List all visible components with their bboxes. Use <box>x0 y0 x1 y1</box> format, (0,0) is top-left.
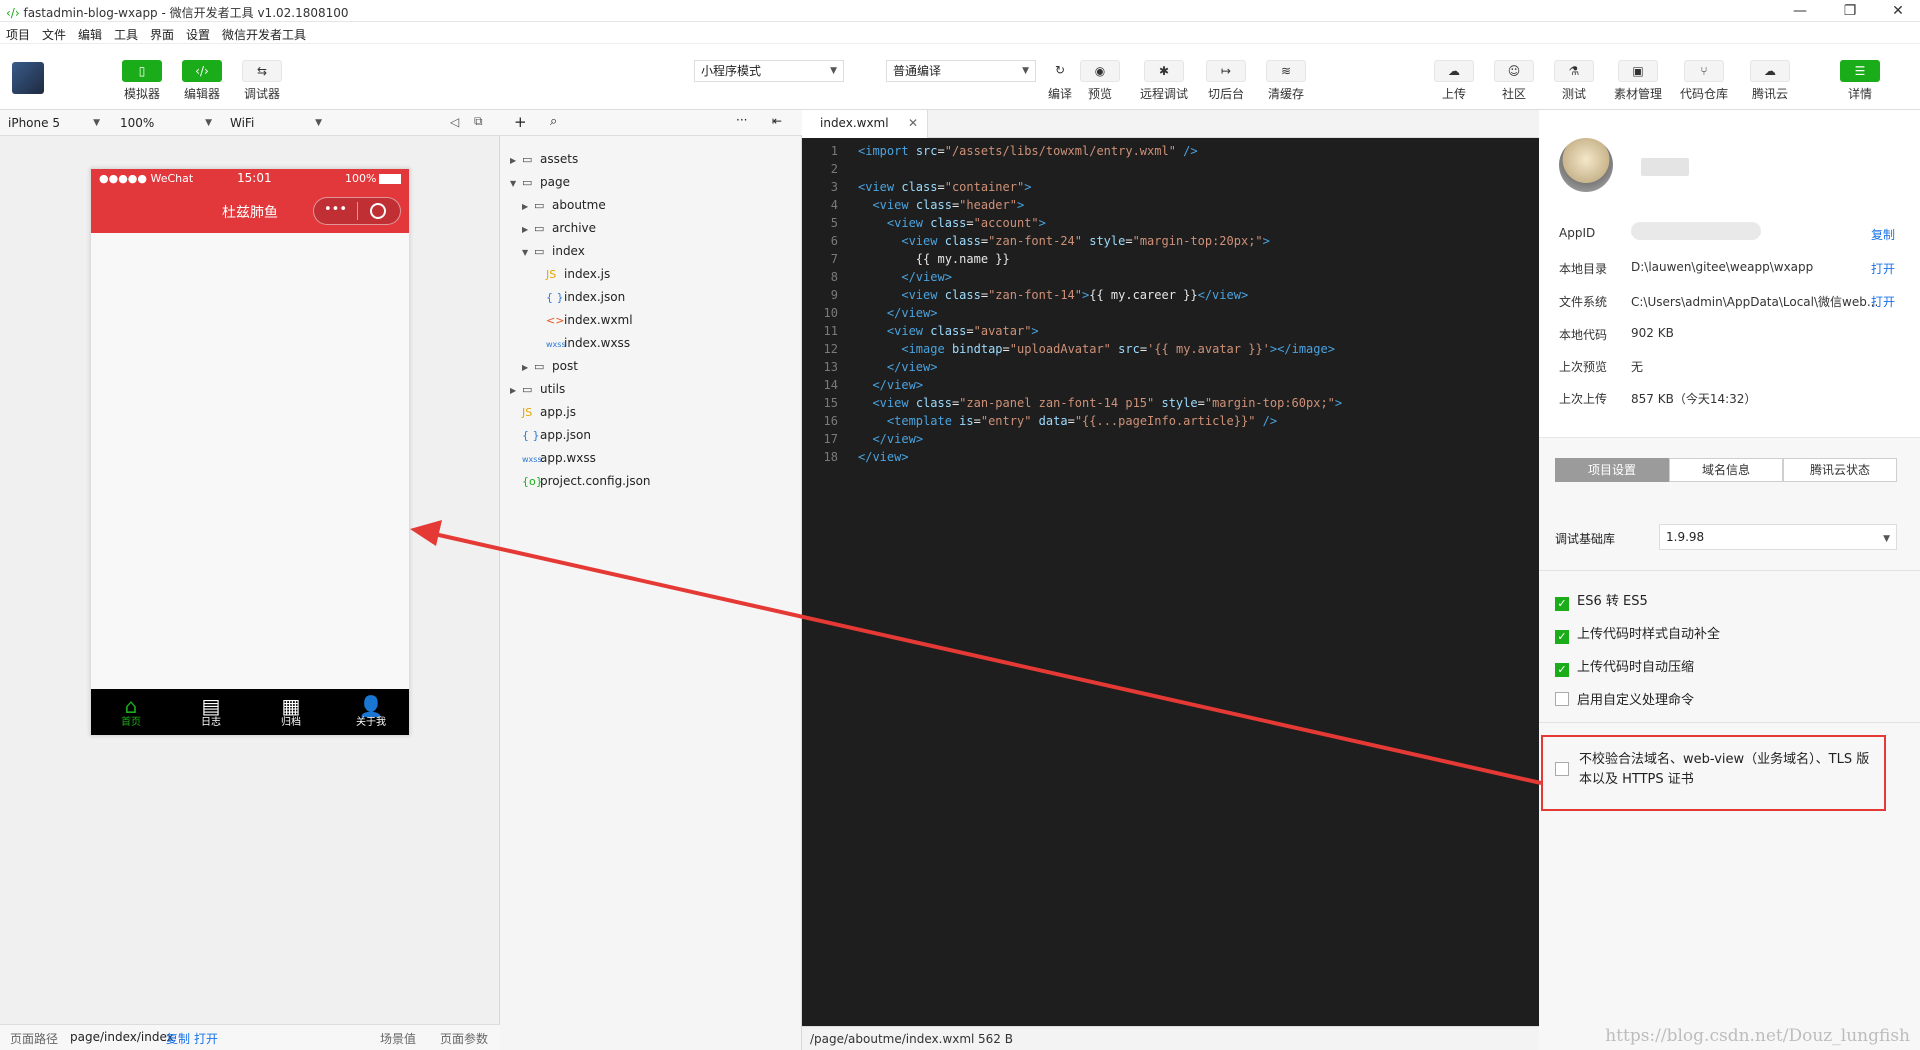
annotation-arrow-line <box>429 531 1542 785</box>
annotation-arrow-head <box>410 520 442 546</box>
annotation-arrow <box>410 520 1542 785</box>
watermark: https://blog.csdn.net/Douz_lungfish <box>1605 1026 1910 1046</box>
